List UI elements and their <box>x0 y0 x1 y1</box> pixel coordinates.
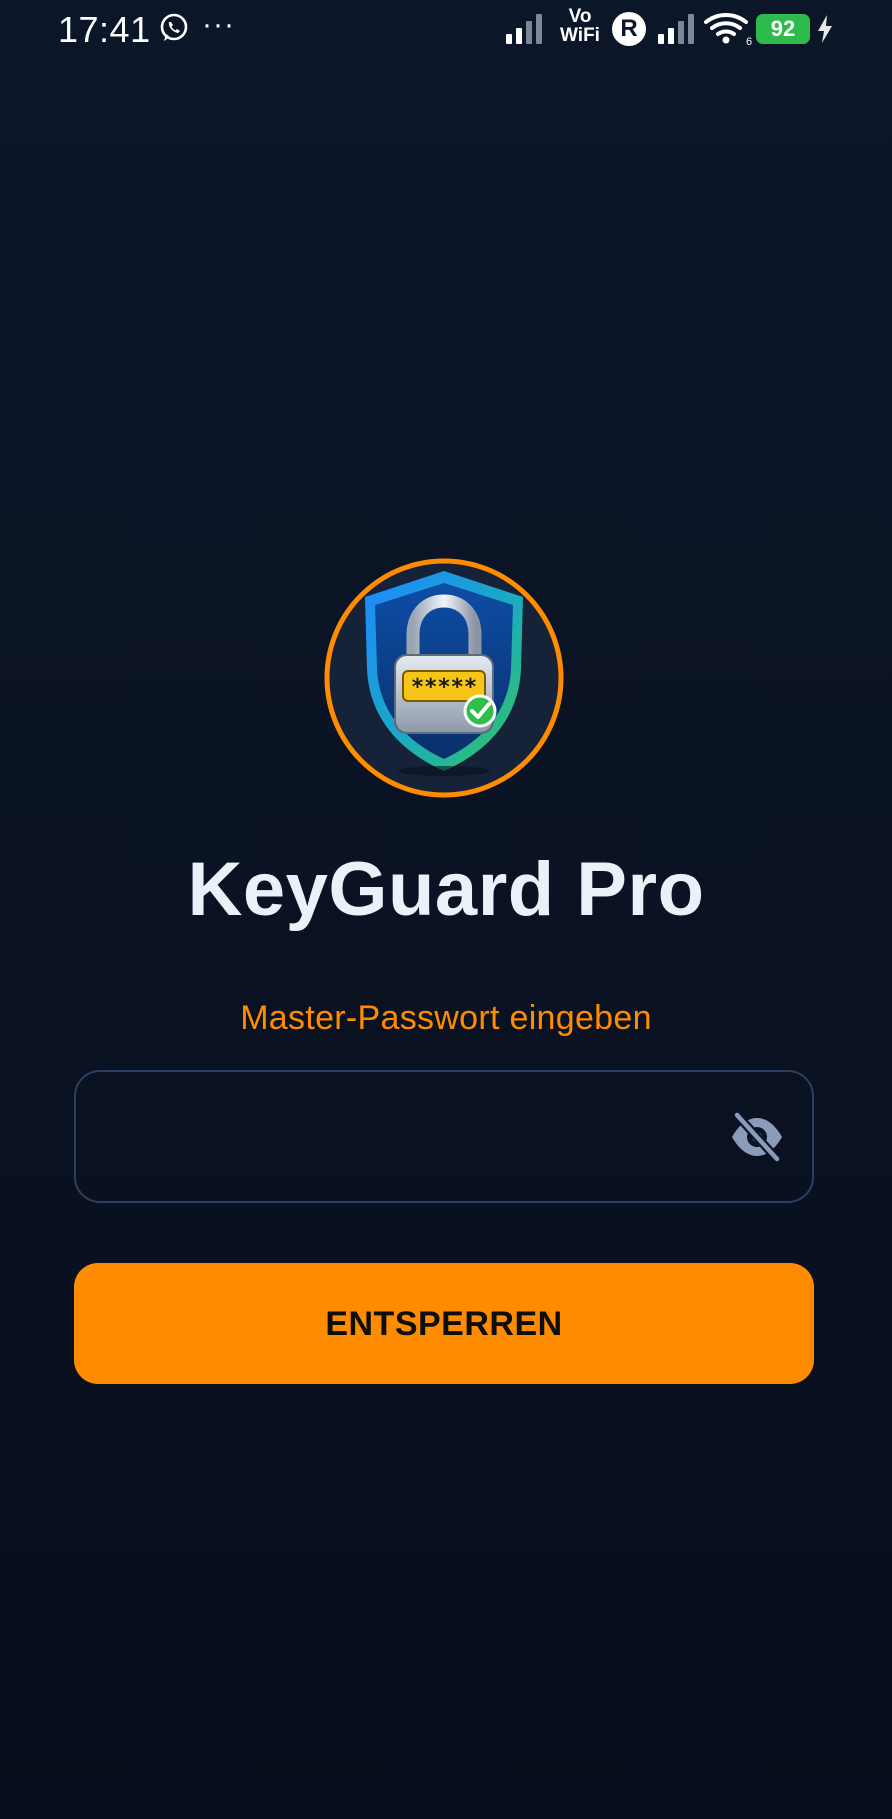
charging-bolt-icon <box>818 15 832 43</box>
master-password-input[interactable] <box>104 1072 728 1203</box>
logo-password-mask: ***** <box>411 675 477 700</box>
status-time: 17:41 <box>58 9 151 50</box>
signal-strength-icon <box>506 14 542 44</box>
vowifi-indicator: Vo WiFi <box>555 7 605 45</box>
wifi-generation-label: 6 <box>746 36 752 46</box>
roaming-icon: R <box>612 12 646 46</box>
master-password-label: Master-Passwort eingeben <box>240 999 652 1037</box>
unlock-button[interactable]: ENTSPERREN <box>74 1263 814 1384</box>
status-bar: 17:41 ··· Vo WiFi R 6 92 <box>0 0 892 60</box>
shield-lock-icon: ***** <box>324 558 564 798</box>
vowifi-bottom-label: WiFi <box>560 25 600 46</box>
wifi-icon: 6 <box>704 12 752 46</box>
master-password-field[interactable] <box>74 1070 814 1203</box>
signal-strength-icon-2 <box>658 14 694 44</box>
whatsapp-icon <box>160 13 188 41</box>
app-title: KeyGuard Pro <box>187 847 705 932</box>
more-notifications-indicator: ··· <box>202 8 235 41</box>
vowifi-top-label: Vo <box>568 6 592 27</box>
eye-off-icon[interactable] <box>729 1112 785 1162</box>
battery-indicator: 92 <box>756 14 810 44</box>
